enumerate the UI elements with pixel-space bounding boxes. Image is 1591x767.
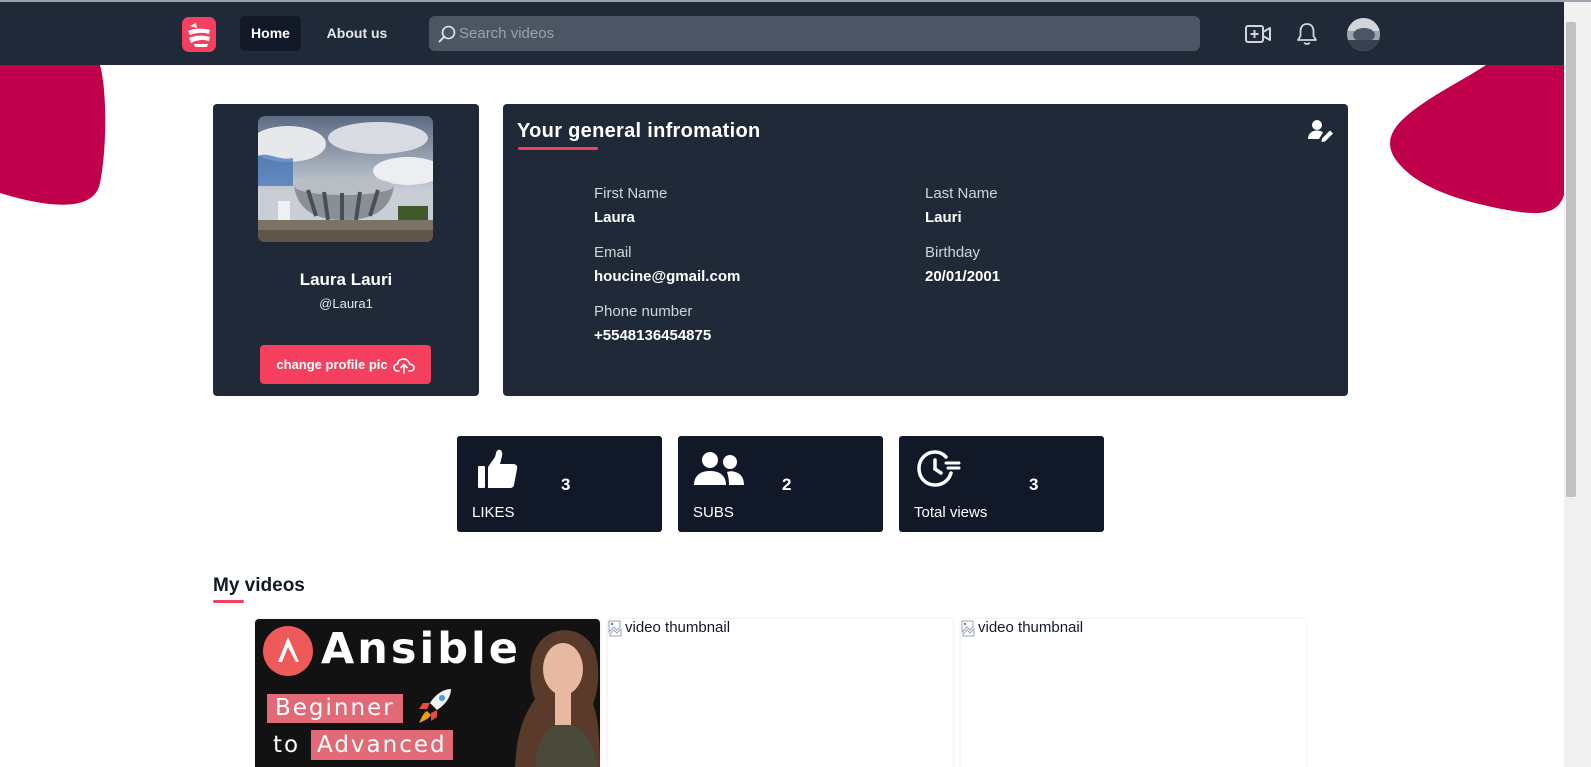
- broken-image-icon: [961, 620, 975, 637]
- avatar-image: [1347, 18, 1380, 51]
- stat-card-likes: 3 LIKES: [457, 436, 662, 532]
- cloud-upload-icon: [392, 357, 415, 374]
- profile-photo: [258, 116, 433, 242]
- my-videos-underline: [213, 600, 244, 603]
- first-name-label: First Name: [594, 185, 668, 202]
- subs-label: SUBS: [693, 504, 734, 521]
- ansible-logo: [263, 626, 313, 676]
- nav-about-link[interactable]: About us: [318, 16, 396, 51]
- users-icon: [694, 452, 744, 485]
- nav-home-link[interactable]: Home: [240, 16, 301, 51]
- top-navbar: Home About us: [0, 2, 1564, 65]
- scrollbar-thumb[interactable]: [1566, 22, 1576, 497]
- search-icon[interactable]: [437, 24, 457, 44]
- profile-full-name: Laura Lauri: [299, 270, 393, 289]
- change-profile-pic-button[interactable]: change profile pic: [260, 345, 431, 384]
- views-count: 3: [1029, 475, 1039, 494]
- birthday-label: Birthday: [925, 244, 981, 261]
- birthday-value: 20/01/2001: [925, 268, 1001, 285]
- last-name-label: Last Name: [925, 185, 998, 202]
- profile-card: Laura Lauri @Laura1 change profile pic: [213, 104, 479, 396]
- thumbs-up-icon: [478, 449, 518, 488]
- thumbnail-line-2-prefix: to: [273, 732, 301, 758]
- logo-icon: [188, 23, 210, 47]
- app-logo[interactable]: [182, 17, 216, 52]
- change-profile-pic-label: change profile pic: [276, 357, 388, 372]
- subs-count: 2: [782, 475, 792, 494]
- search-bar: [429, 16, 1200, 51]
- video-thumbnail[interactable]: Ansible Beginner to Advanced: [255, 619, 600, 767]
- upload-video-icon[interactable]: [1244, 22, 1272, 46]
- thumbnail-title: Ansible: [321, 624, 521, 674]
- phone-label: Phone number: [594, 303, 693, 320]
- search-input[interactable]: [459, 16, 1189, 51]
- my-videos-title: My videos: [213, 575, 305, 596]
- notification-bell-icon[interactable]: [1295, 21, 1319, 47]
- video-thumbnail[interactable]: video thumbnail: [961, 619, 1083, 637]
- info-title: Your general infromation: [517, 120, 761, 142]
- likes-count: 3: [561, 475, 571, 494]
- edit-user-icon[interactable]: [1307, 118, 1335, 142]
- video-thumbnail-alt-text: video thumbnail: [978, 619, 1084, 636]
- views-label: Total views: [914, 504, 988, 521]
- email-label: Email: [594, 244, 632, 261]
- email-value: houcine@gmail.com: [594, 268, 741, 285]
- stat-card-views: 3 Total views: [899, 436, 1104, 532]
- thumbnail-line-1: Beginner: [267, 694, 403, 723]
- rocket-icon: [419, 689, 451, 723]
- title-underline: [518, 147, 598, 150]
- general-info-card: Your general infromation First Name Laur…: [503, 104, 1348, 396]
- first-name-value: Laura: [594, 209, 635, 226]
- video-thumbnail[interactable]: video thumbnail: [608, 619, 730, 637]
- decorative-blob-left: [0, 65, 106, 205]
- last-name-value: Lauri: [925, 209, 962, 226]
- video-card[interactable]: video thumbnail: [608, 619, 953, 767]
- profile-handle: @Laura1: [319, 296, 373, 311]
- video-card[interactable]: Ansible Beginner to Advanced: [255, 619, 600, 767]
- user-avatar[interactable]: [1347, 18, 1380, 51]
- clock-history-icon: [917, 450, 961, 487]
- stat-card-subs: 2 SUBS: [678, 436, 883, 532]
- decorative-blob-right: [1390, 65, 1564, 214]
- phone-value: +5548136454875: [594, 327, 712, 344]
- broken-image-icon: [608, 620, 622, 637]
- video-thumbnail-alt-text: video thumbnail: [625, 619, 731, 636]
- video-card[interactable]: video thumbnail: [961, 619, 1306, 767]
- likes-label: LIKES: [472, 504, 515, 521]
- thumbnail-line-2: Advanced: [311, 730, 453, 760]
